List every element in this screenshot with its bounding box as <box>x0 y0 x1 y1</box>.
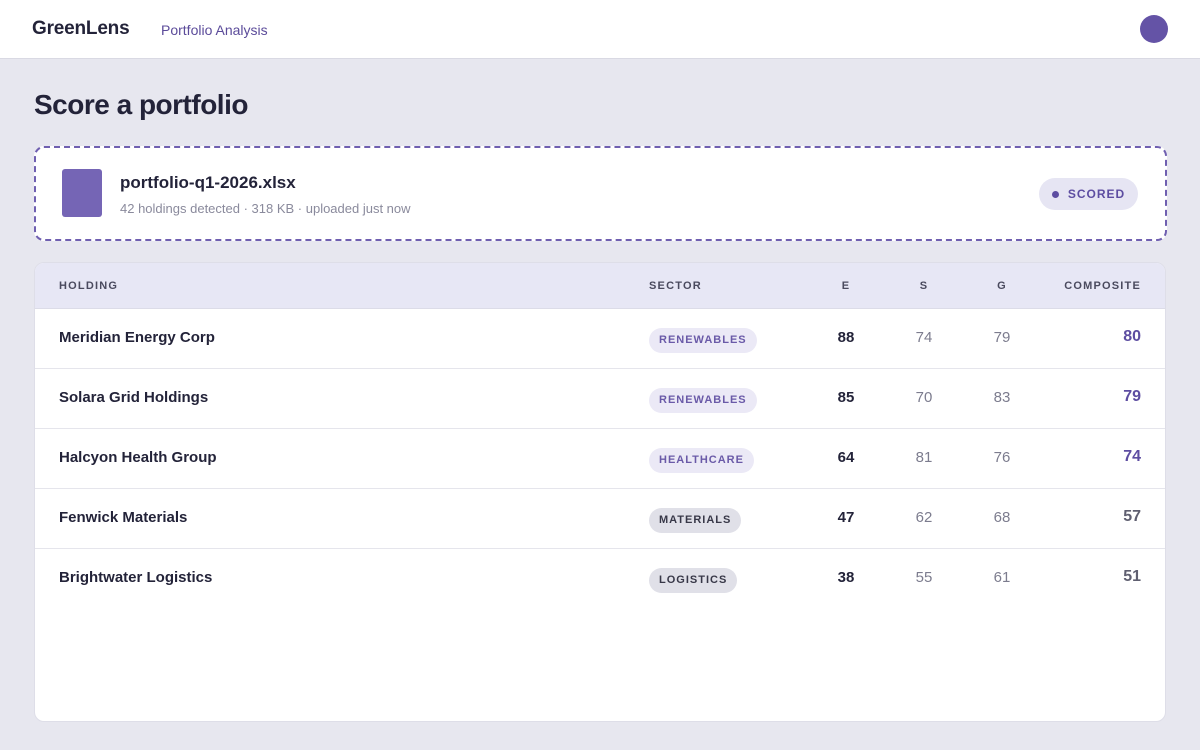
s-score: 62 <box>915 509 933 526</box>
e-score: 38 <box>837 569 855 586</box>
g-score: 76 <box>993 449 1011 466</box>
g-score: 61 <box>993 569 1011 586</box>
status-dot-icon <box>1051 190 1059 198</box>
e-score: 64 <box>837 449 855 466</box>
top-bar: GreenLens Portfolio Analysis <box>0 0 1200 59</box>
file-name: portfolio-q1-2026.xlsx <box>120 173 296 192</box>
column-header-sector[interactable]: SECTOR <box>649 280 702 292</box>
sector-tag: MATERIALS <box>649 508 742 533</box>
column-header-e[interactable]: E <box>826 280 866 292</box>
holding-name: Brightwater Logistics <box>59 569 213 586</box>
s-score: 70 <box>915 389 933 406</box>
status-label: SCORED <box>1067 187 1126 201</box>
composite-score: 79 <box>1123 388 1141 405</box>
nav-portfolio-analysis[interactable]: Portfolio Analysis <box>161 22 268 38</box>
g-score: 79 <box>993 329 1011 346</box>
composite-score: 51 <box>1123 568 1141 585</box>
sector-tag: LOGISTICS <box>649 568 738 593</box>
table-row[interactable]: Halcyon Health Group HEALTHCARE 64 81 76… <box>35 429 1165 489</box>
sector-tag: RENEWABLES <box>649 388 757 413</box>
status-badge: SCORED <box>1039 178 1138 210</box>
column-header-g[interactable]: G <box>982 280 1022 292</box>
avatar[interactable] <box>1140 15 1168 43</box>
s-score: 74 <box>915 329 933 346</box>
s-score: 81 <box>915 449 933 466</box>
column-header-holding[interactable]: HOLDING <box>59 280 118 292</box>
composite-score: 74 <box>1123 448 1141 465</box>
composite-score: 80 <box>1123 328 1141 345</box>
e-score: 85 <box>837 389 855 406</box>
file-icon <box>62 169 102 217</box>
brand-logo[interactable]: GreenLens <box>32 18 130 40</box>
table-row[interactable]: Solara Grid Holdings RENEWABLES 85 70 83… <box>35 369 1165 429</box>
table-row[interactable]: Fenwick Materials MATERIALS 47 62 68 57 <box>35 489 1165 549</box>
g-score: 83 <box>993 389 1011 406</box>
e-score: 88 <box>837 329 855 346</box>
holding-name: Meridian Energy Corp <box>59 329 215 346</box>
sector-tag: RENEWABLES <box>649 328 757 353</box>
file-meta: 42 holdings detected · 318 KB · uploaded… <box>120 201 411 216</box>
holding-name: Halcyon Health Group <box>59 449 217 466</box>
g-score: 68 <box>993 509 1011 526</box>
holdings-table: HOLDING SECTOR E S G COMPOSITE Meridian … <box>34 262 1166 722</box>
table-row[interactable]: Brightwater Logistics LOGISTICS 38 55 61… <box>35 549 1165 609</box>
holding-name: Fenwick Materials <box>59 509 188 526</box>
holding-name: Solara Grid Holdings <box>59 389 209 406</box>
table-row[interactable]: Meridian Energy Corp RENEWABLES 88 74 79… <box>35 309 1165 369</box>
table-header: HOLDING SECTOR E S G COMPOSITE <box>35 263 1165 309</box>
s-score: 55 <box>915 569 933 586</box>
sector-tag: HEALTHCARE <box>649 448 754 473</box>
page-title: Score a portfolio <box>34 89 248 120</box>
composite-score: 57 <box>1123 508 1141 525</box>
upload-dropzone[interactable]: portfolio-q1-2026.xlsx 42 holdings detec… <box>34 146 1167 241</box>
column-header-composite[interactable]: COMPOSITE <box>1045 280 1141 292</box>
column-header-s[interactable]: S <box>904 280 944 292</box>
e-score: 47 <box>837 509 855 526</box>
